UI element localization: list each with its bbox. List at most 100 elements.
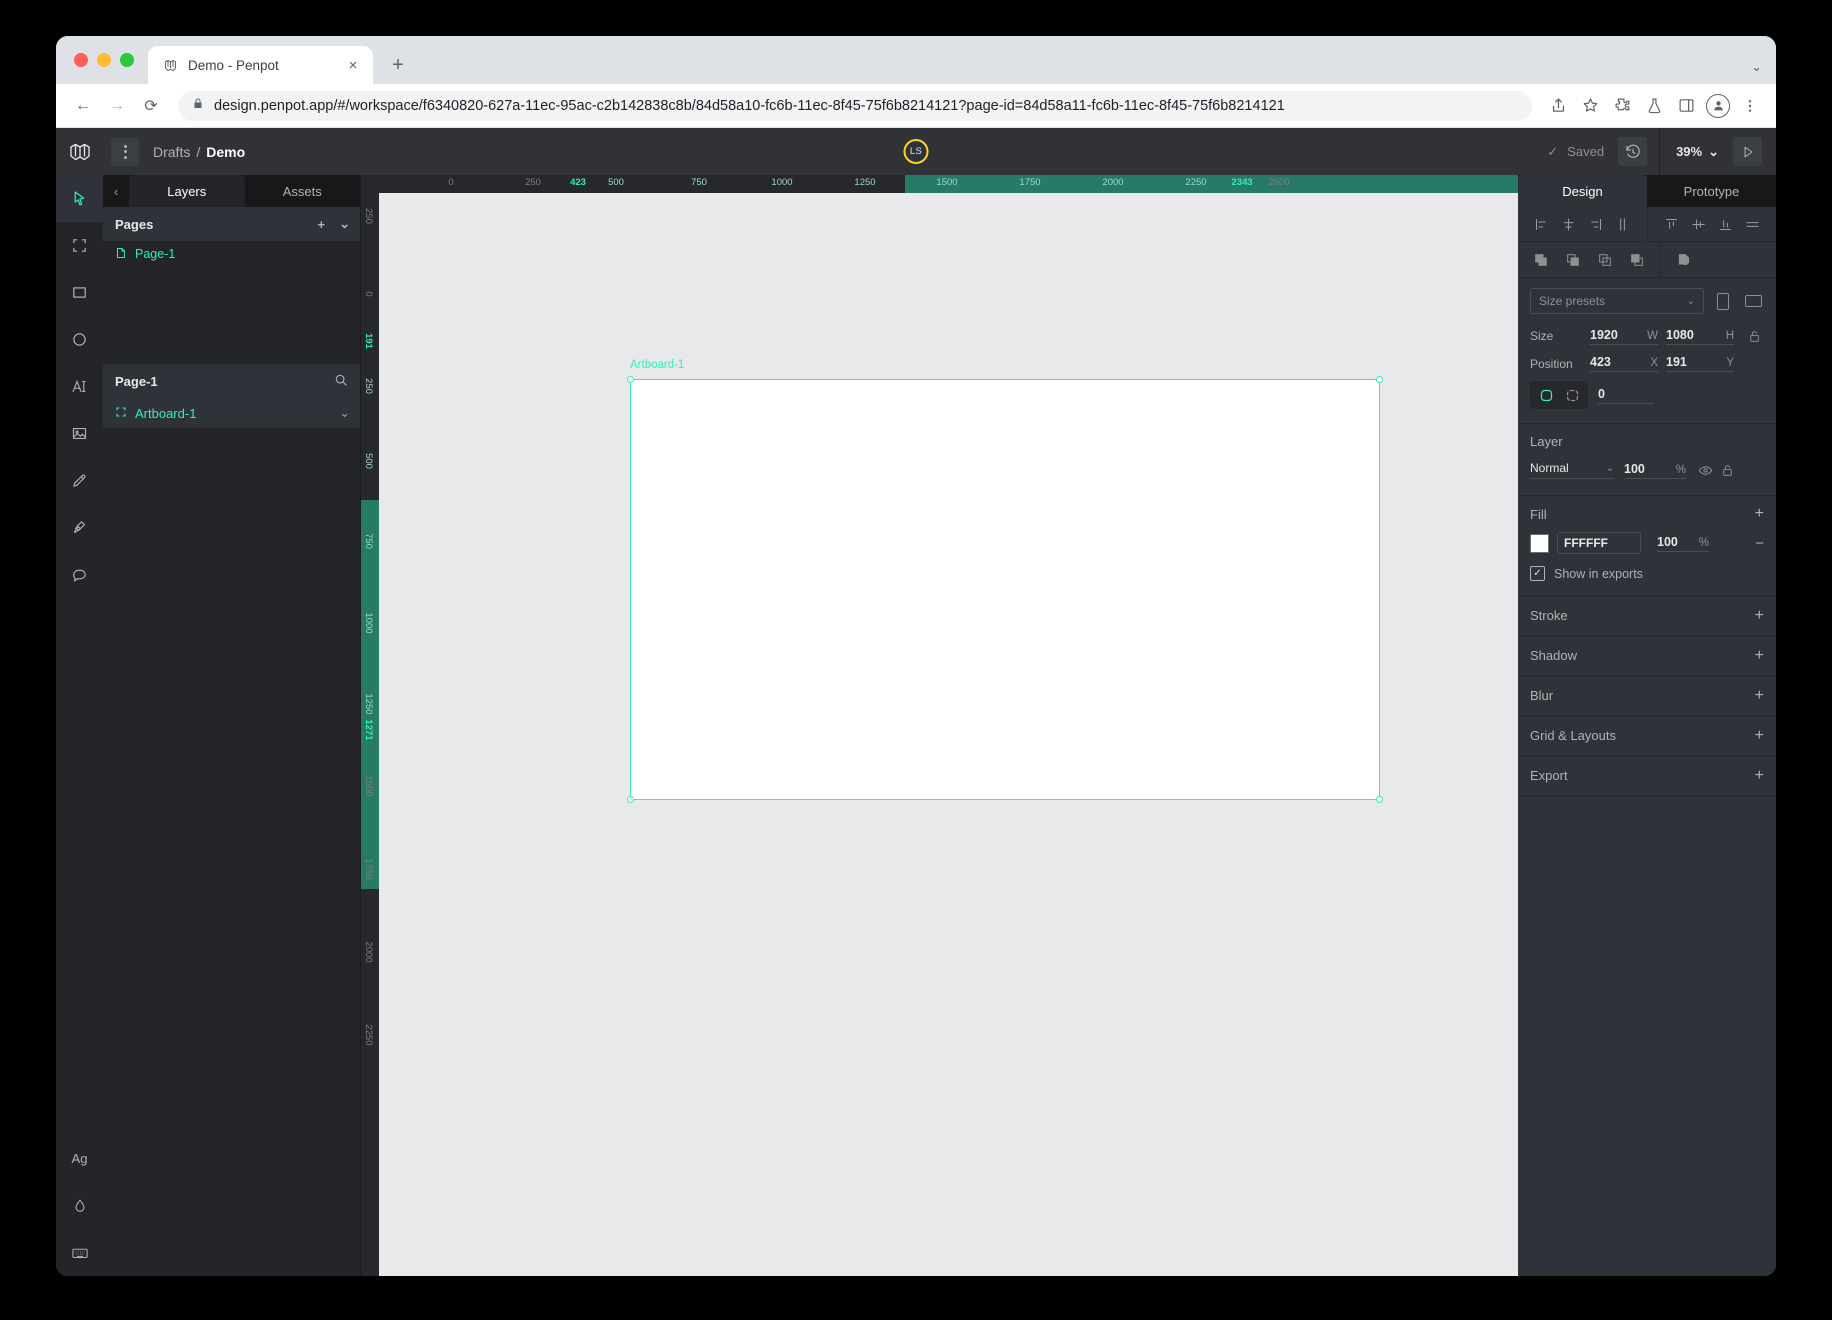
lock-proportions-icon[interactable] xyxy=(1744,326,1764,346)
share-icon[interactable] xyxy=(1544,92,1572,120)
rectangle-tool[interactable] xyxy=(56,269,103,316)
maximize-window-button[interactable] xyxy=(120,53,134,67)
move-tool[interactable] xyxy=(56,175,103,222)
boolean-union-icon[interactable] xyxy=(1530,249,1552,271)
section-export[interactable]: Export+ xyxy=(1518,756,1776,796)
blend-mode-select[interactable]: Normal ⌄ xyxy=(1530,461,1614,479)
add-grid-layouts-icon[interactable]: + xyxy=(1755,728,1764,744)
pencil-tool[interactable] xyxy=(56,457,103,504)
align-left-icon[interactable] xyxy=(1531,213,1553,235)
add-stroke-icon[interactable]: + xyxy=(1755,608,1764,624)
minimize-window-button[interactable] xyxy=(97,53,111,67)
position-x-input[interactable]: 423 X xyxy=(1590,355,1658,372)
show-in-exports-row[interactable]: ✓ Show in exports xyxy=(1530,566,1764,581)
back-button[interactable]: ← xyxy=(68,91,98,121)
profile-avatar-icon[interactable] xyxy=(1704,92,1732,120)
path-tool[interactable] xyxy=(56,504,103,551)
add-export-icon[interactable]: + xyxy=(1755,768,1764,784)
browser-tab[interactable]: Demo - Penpot × xyxy=(148,46,373,84)
expand-layer-chevron-icon[interactable]: ⌄ xyxy=(339,405,350,421)
reload-button[interactable]: ⟳ xyxy=(136,91,166,121)
image-tool[interactable] xyxy=(56,410,103,457)
flask-icon[interactable] xyxy=(1640,92,1668,120)
flatten-icon[interactable] xyxy=(1673,249,1695,271)
resize-handle-top-right[interactable] xyxy=(1376,376,1383,383)
vertical-ruler[interactable]: 2500191250500750100012501271150017502000… xyxy=(361,175,379,1276)
remove-fill-icon[interactable]: − xyxy=(1755,536,1764,551)
canvas-area[interactable]: 2500250423500750100012501500175020002250… xyxy=(361,175,1518,1276)
width-input[interactable]: 1920 W xyxy=(1590,328,1658,345)
tab-assets[interactable]: Assets xyxy=(245,175,361,207)
radius-input[interactable]: 0 xyxy=(1598,387,1654,404)
section-grid-layouts[interactable]: Grid & Layouts+ xyxy=(1518,716,1776,756)
resize-handle-bottom-left[interactable] xyxy=(627,796,634,803)
layer-item-artboard-1[interactable]: Artboard-1 ⌄ xyxy=(103,398,360,428)
window-menu-chevron-icon[interactable]: ⌄ xyxy=(1751,59,1762,75)
add-fill-icon[interactable]: + xyxy=(1755,506,1764,522)
fill-color-swatch[interactable] xyxy=(1530,534,1549,553)
fill-hex-input[interactable]: FFFFFF xyxy=(1557,532,1641,554)
ellipse-tool[interactable] xyxy=(56,316,103,363)
show-in-exports-checkbox[interactable]: ✓ xyxy=(1530,566,1545,581)
unlocked-padlock-icon[interactable] xyxy=(1716,459,1738,481)
main-menu-button[interactable] xyxy=(111,138,139,166)
shortcuts-keyboard-button[interactable] xyxy=(56,1229,103,1276)
close-window-button[interactable] xyxy=(74,53,88,67)
align-right-icon[interactable] xyxy=(1585,213,1607,235)
canvas-viewport[interactable]: Artboard-1 xyxy=(379,193,1518,1276)
close-tab-icon[interactable]: × xyxy=(343,55,363,75)
breadcrumb-project[interactable]: Drafts xyxy=(153,144,190,160)
collapse-pages-chevron-icon[interactable]: ⌄ xyxy=(339,216,350,232)
penpot-logo-icon[interactable] xyxy=(56,128,103,175)
tab-prototype[interactable]: Prototype xyxy=(1647,175,1776,207)
horizontal-ruler[interactable]: 2500250423500750100012501500175020002250… xyxy=(361,175,1518,193)
eye-icon[interactable] xyxy=(1694,459,1716,481)
comment-tool[interactable] xyxy=(56,551,103,598)
artboard-tool[interactable] xyxy=(56,222,103,269)
forward-button[interactable]: → xyxy=(102,91,132,121)
extensions-puzzle-icon[interactable] xyxy=(1608,92,1636,120)
artboard-name-label[interactable]: Artboard-1 xyxy=(630,359,684,371)
sidepanel-icon[interactable] xyxy=(1672,92,1700,120)
page-list-item[interactable]: Page-1 xyxy=(103,241,360,267)
radius-all-icon[interactable] xyxy=(1536,385,1556,405)
distribute-horizontal-icon[interactable] xyxy=(1612,213,1634,235)
add-blur-icon[interactable]: + xyxy=(1755,688,1764,704)
position-y-input[interactable]: 191 Y xyxy=(1666,355,1734,372)
text-tool[interactable] xyxy=(56,363,103,410)
align-vertical-center-icon[interactable] xyxy=(1687,213,1709,235)
resize-handle-bottom-right[interactable] xyxy=(1376,796,1383,803)
add-page-icon[interactable]: + xyxy=(318,217,326,232)
present-play-icon[interactable] xyxy=(1733,137,1762,166)
breadcrumb-file[interactable]: Demo xyxy=(206,144,245,160)
collapse-sidebar-icon[interactable]: ‹ xyxy=(103,175,129,207)
size-presets-select[interactable]: Size presets ⌄ xyxy=(1530,288,1704,314)
section-stroke[interactable]: Stroke+ xyxy=(1518,596,1776,636)
section-blur[interactable]: Blur+ xyxy=(1518,676,1776,716)
new-tab-button[interactable]: + xyxy=(383,50,413,80)
boolean-exclude-icon[interactable] xyxy=(1626,249,1648,271)
bookmark-star-icon[interactable] xyxy=(1576,92,1604,120)
history-clock-icon[interactable] xyxy=(1618,137,1647,166)
layer-opacity-input[interactable]: 100 % xyxy=(1624,462,1686,479)
resize-handle-top-left[interactable] xyxy=(627,376,634,383)
address-bar[interactable]: design.penpot.app/#/workspace/f6340820-6… xyxy=(178,91,1532,121)
align-bottom-icon[interactable] xyxy=(1714,213,1736,235)
zoom-control[interactable]: 39% ⌄ xyxy=(1676,144,1733,160)
height-input[interactable]: 1080 H xyxy=(1666,328,1734,345)
align-top-icon[interactable] xyxy=(1660,213,1682,235)
orientation-landscape-icon[interactable] xyxy=(1742,290,1764,312)
distribute-vertical-icon[interactable] xyxy=(1741,213,1763,235)
section-shadow[interactable]: Shadow+ xyxy=(1518,636,1776,676)
add-shadow-icon[interactable]: + xyxy=(1755,648,1764,664)
align-horizontal-center-icon[interactable] xyxy=(1558,213,1580,235)
orientation-portrait-icon[interactable] xyxy=(1712,290,1734,312)
search-icon[interactable] xyxy=(334,373,348,390)
boolean-intersection-icon[interactable] xyxy=(1594,249,1616,271)
radius-individual-icon[interactable] xyxy=(1562,385,1582,405)
artboard-1[interactable] xyxy=(630,379,1380,800)
tab-design[interactable]: Design xyxy=(1518,175,1647,207)
tab-layers[interactable]: Layers xyxy=(129,175,245,207)
color-palette-button[interactable] xyxy=(56,1182,103,1229)
fill-opacity-input[interactable]: 100 % xyxy=(1657,535,1709,552)
